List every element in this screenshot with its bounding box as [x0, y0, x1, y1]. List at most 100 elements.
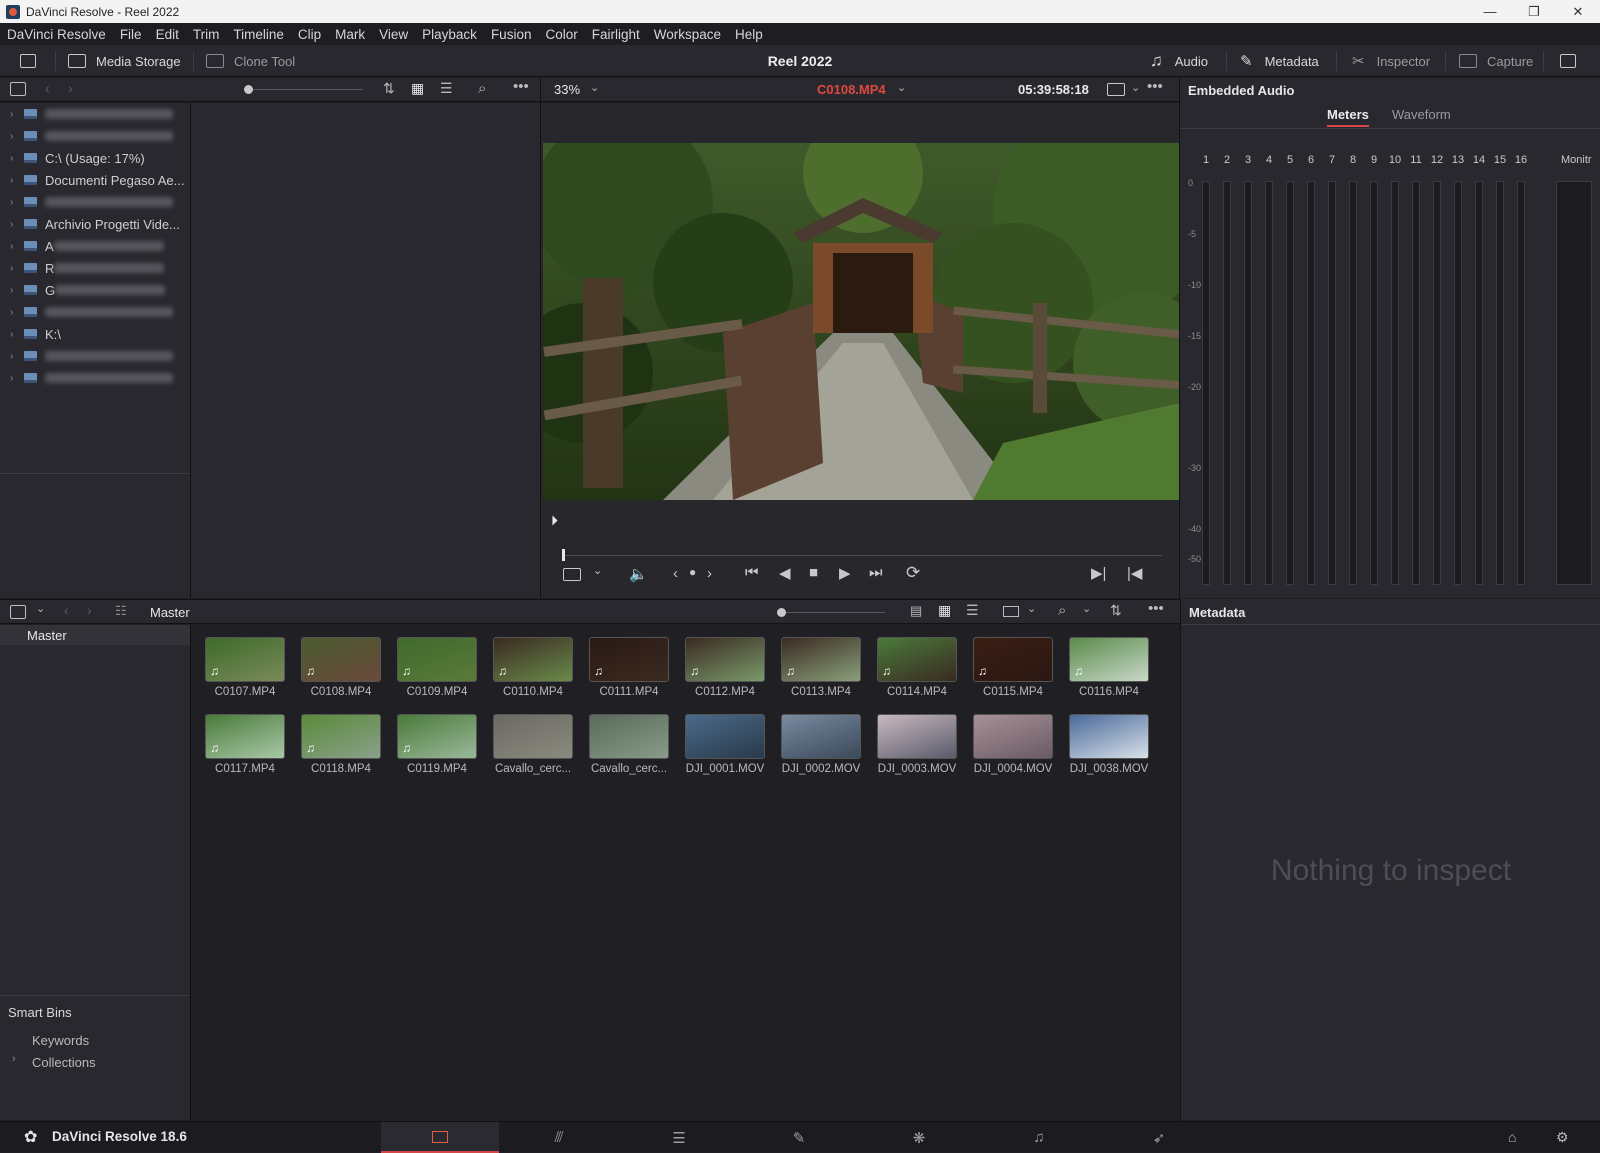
storage-volume[interactable]: › — [0, 191, 190, 213]
menu-clip[interactable]: Clip — [291, 27, 328, 42]
smart-bin-collections[interactable]: Collections — [32, 1055, 96, 1070]
pool-grid-view-icon[interactable]: ▦ — [938, 602, 951, 619]
pool-back-icon[interactable]: ‹ — [64, 602, 69, 618]
volume-icon[interactable]: 🔈 — [629, 565, 648, 583]
toolbar-toggle-button[interactable] — [20, 45, 36, 77]
clip-item[interactable]: ♫ C0117.MP4 — [205, 714, 285, 775]
forward-nav-icon[interactable]: › — [68, 80, 73, 96]
mark-out-icon[interactable]: |◀ — [1127, 564, 1142, 582]
menu-playback[interactable]: Playback — [415, 27, 484, 42]
menu-view[interactable]: View — [372, 27, 415, 42]
expand-chevron-icon[interactable]: › — [10, 153, 20, 164]
menu-trim[interactable]: Trim — [186, 27, 227, 42]
menu-edit[interactable]: Edit — [149, 27, 186, 42]
skip-to-end-icon[interactable]: ⏭ — [869, 564, 883, 581]
metadata-view-icon[interactable]: ▤ — [910, 603, 922, 619]
storage-volume[interactable]: › A — [0, 235, 190, 257]
loop-icon[interactable]: ⟳ — [906, 563, 920, 583]
zoom-level[interactable]: 33% — [554, 82, 580, 97]
menu-mark[interactable]: Mark — [328, 27, 372, 42]
expand-chevron-icon[interactable]: › — [10, 197, 20, 208]
expand-chevron-icon[interactable]: › — [10, 373, 20, 384]
expand-chevron-icon[interactable]: › — [10, 285, 20, 296]
clip-item[interactable]: ♫ C0116.MP4 — [1069, 637, 1149, 698]
smart-filter-icon[interactable]: ☷ — [115, 603, 127, 619]
minimize-button[interactable]: — — [1468, 0, 1512, 23]
fullscreen-button[interactable] — [1560, 45, 1576, 77]
clip-dropdown-icon[interactable]: ⌄ — [897, 81, 906, 94]
menu-help[interactable]: Help — [728, 27, 770, 42]
clip-item[interactable]: Cavallo_cerc... — [589, 714, 669, 775]
pool-sort-icon[interactable]: ⇅ — [1110, 602, 1122, 619]
clip-item[interactable]: ♫ C0118.MP4 — [301, 714, 381, 775]
viewer-size-icon[interactable] — [1003, 606, 1019, 617]
media-storage-button[interactable]: Media Storage — [68, 45, 181, 77]
clip-item[interactable]: ♫ C0110.MP4 — [493, 637, 573, 698]
pool-search-icon[interactable]: ⌕ — [1058, 602, 1066, 619]
sort-icon[interactable]: ⇅ — [383, 80, 395, 97]
tab-fairlight-page[interactable]: ♫ — [980, 1122, 1098, 1153]
stop-icon[interactable]: ■ — [809, 564, 818, 581]
storage-volume[interactable]: › Documenti Pegaso Ae... — [0, 169, 190, 191]
clip-item[interactable]: DJI_0003.MOV — [877, 714, 957, 775]
skip-to-start-icon[interactable]: ⏮ — [745, 564, 759, 581]
clip-item[interactable]: ♫ C0107.MP4 — [205, 637, 285, 698]
expand-chevron-icon[interactable]: › — [10, 175, 20, 186]
pool-options-icon[interactable]: ••• — [1148, 600, 1164, 617]
search-icon[interactable]: ⌕ — [478, 80, 486, 97]
menu-timeline[interactable]: Timeline — [226, 27, 291, 42]
bin-list-dropdown-icon[interactable]: ⌄ — [36, 602, 45, 615]
play-reverse-icon[interactable]: ◀ — [779, 564, 791, 582]
tab-edit-page[interactable]: ☰ — [620, 1122, 738, 1153]
search-dropdown-icon[interactable]: ⌄ — [1082, 602, 1091, 615]
play-icon[interactable]: ▶ — [839, 564, 851, 582]
menu-fusion[interactable]: Fusion — [484, 27, 539, 42]
smart-bin-keywords[interactable]: Keywords — [32, 1033, 89, 1048]
go-to-start-marker-icon[interactable]: ⏵ — [551, 512, 558, 529]
back-nav-icon[interactable]: ‹ — [45, 80, 50, 96]
menu-file[interactable]: File — [113, 27, 149, 42]
tab-fusion-page[interactable]: ✎ — [740, 1122, 858, 1153]
storage-volume[interactable]: › — [0, 301, 190, 323]
bin-item-master[interactable]: Master — [0, 625, 190, 645]
menu-davinci-resolve[interactable]: DaVinci Resolve — [0, 27, 113, 42]
inspector-button[interactable]: ✂ Inspector — [1352, 45, 1430, 77]
clip-item[interactable]: Cavallo_cerc... — [493, 714, 573, 775]
clip-item[interactable]: ♫ C0111.MP4 — [589, 637, 669, 698]
expand-chevron-icon[interactable]: › — [10, 329, 20, 340]
proxy-dropdown-icon[interactable]: ⌄ — [1131, 81, 1140, 94]
restore-button[interactable]: ❐ — [1512, 0, 1556, 23]
menu-color[interactable]: Color — [538, 27, 584, 42]
grid-view-icon[interactable]: ▦ — [411, 80, 424, 97]
expand-chevron-icon[interactable]: › — [10, 241, 20, 252]
pool-slider-handle[interactable] — [777, 608, 786, 617]
jog-right-icon[interactable]: › — [707, 565, 712, 582]
expand-chevron-icon[interactable]: › — [10, 109, 20, 120]
storage-volume[interactable]: › C:\ (Usage: 17%) — [0, 147, 190, 169]
storage-volume[interactable]: › — [0, 103, 190, 125]
tab-meters[interactable]: Meters — [1327, 107, 1369, 127]
expand-chevron-icon[interactable]: › — [10, 307, 20, 318]
collections-expand-icon[interactable]: › — [12, 1053, 16, 1065]
clone-tool-button[interactable]: Clone Tool — [206, 45, 295, 77]
sidebar-toggle-icon[interactable] — [10, 82, 26, 96]
storage-volume[interactable]: › — [0, 345, 190, 367]
mark-in-icon[interactable]: ▶| — [1091, 564, 1106, 582]
close-button[interactable]: ✕ — [1556, 0, 1600, 23]
slider-handle[interactable] — [244, 85, 253, 94]
jog-left-icon[interactable]: ‹ — [673, 565, 678, 582]
menu-workspace[interactable]: Workspace — [647, 27, 728, 42]
expand-chevron-icon[interactable]: › — [10, 131, 20, 142]
clip-item[interactable]: ♫ C0114.MP4 — [877, 637, 957, 698]
storage-volume[interactable]: › R — [0, 257, 190, 279]
pool-zoom-slider[interactable] — [785, 612, 885, 613]
tab-deliver-page[interactable]: ➶ — [1100, 1122, 1218, 1153]
zoom-dropdown-icon[interactable]: ⌄ — [590, 81, 599, 94]
clip-item[interactable]: DJI_0038.MOV — [1069, 714, 1149, 775]
proxy-icon[interactable] — [1107, 83, 1125, 96]
viewer-mode-dropdown-icon[interactable]: ⌄ — [593, 564, 602, 577]
expand-chevron-icon[interactable]: › — [10, 219, 20, 230]
clip-item[interactable]: ♫ C0113.MP4 — [781, 637, 861, 698]
capture-button[interactable]: Capture — [1459, 45, 1533, 77]
more-options-icon[interactable]: ••• — [513, 78, 529, 95]
